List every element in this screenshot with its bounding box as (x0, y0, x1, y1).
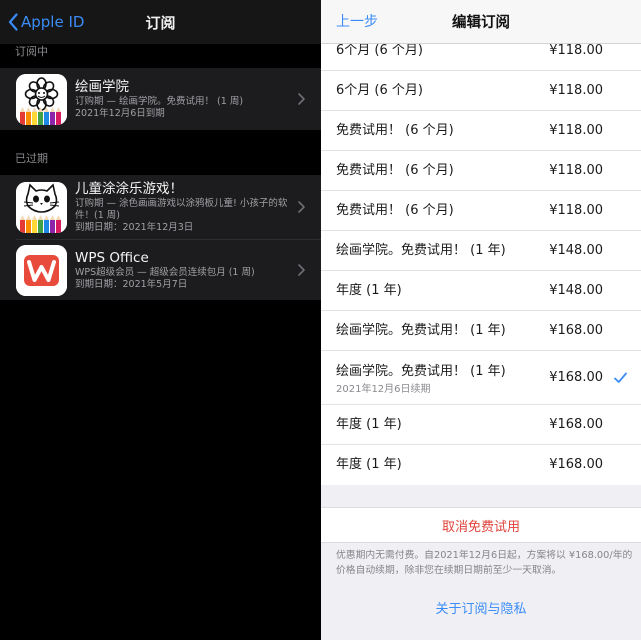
expiry-date: 到期日期：2021年12月3日 (75, 221, 194, 233)
page-title: 编辑订阅 (452, 15, 510, 31)
cancel-trial-label: 取消免费试用 (441, 519, 520, 535)
plan-name: 免费试用！ (6 个月) (336, 123, 454, 138)
plan-name: 年度 (1 年) (336, 283, 402, 298)
nav-bar: 上一步 编辑订阅 (321, 0, 641, 44)
renewal-note: 优惠期内无需付费。自2021年12月6日起，方案将以 ¥168.00/年的价格自… (336, 550, 633, 576)
cat-drawing-icon (16, 181, 67, 233)
plan-name: 免费试用！ (6 个月) (336, 203, 454, 218)
subscription-row[interactable]: WPS Office WPS超级会员 — 超级会员连续包月 (1 周) 到期日期… (0, 240, 321, 300)
subscription-row[interactable]: 绘画学院 订购期 — 绘画学院。免费试用！ (1 周) 2021年12月6日到期 (0, 68, 321, 130)
chevron-right-icon (298, 201, 305, 213)
plan-list: 6个月 (6 个月) ¥118.00 6个月 (6 个月) ¥118.00 免费… (321, 31, 641, 485)
nav-bar: Apple ID 订阅 (0, 0, 321, 44)
plan-price: ¥118.00 (549, 83, 603, 98)
plan-price: ¥118.00 (549, 123, 603, 138)
page-title: 订阅 (145, 13, 176, 32)
renewal-date: 2021年12月6日续期 (336, 384, 431, 395)
plan-name: 绘画学院。免费试用！ (1 年) (336, 323, 506, 338)
chevron-left-icon (8, 13, 18, 31)
back-button[interactable]: 上一步 (336, 0, 378, 44)
plan-row[interactable]: 免费试用！ (6 个月) ¥118.00 (321, 111, 641, 151)
subscription-info: WPS Office WPS超级会员 — 超级会员连续包月 (1 周) 到期日期… (75, 250, 321, 291)
app-name: 绘画学院 (75, 78, 129, 95)
plan-row[interactable]: 免费试用！ (6 个月) ¥118.00 (321, 191, 641, 231)
plan-description: 订购期 — 涂色画画游戏以涂鸦板儿童! 小孩子的软件！(1 周) (75, 197, 288, 221)
plan-row[interactable]: 绘画学院。免费试用！ (1 年) ¥148.00 (321, 231, 641, 271)
app-name: WPS Office (75, 249, 149, 266)
subscriptions-panel: Apple ID 订阅 订阅中 绘画学院 订购期 — 绘画学院。免费试用！ (1… (0, 0, 321, 640)
flower-drawing-icon (16, 73, 67, 125)
plan-row[interactable]: 免费试用！ (6 个月) ¥118.00 (321, 151, 641, 191)
app-name: 儿童涂涂乐游戏！ (75, 180, 183, 197)
edit-subscription-panel: 6个月 (6 个月) ¥118.00 6个月 (6 个月) ¥118.00 免费… (321, 0, 641, 640)
expiry-date: 到期日期：2021年5月7日 (75, 278, 188, 290)
plan-row[interactable]: 6个月 (6 个月) ¥118.00 (321, 71, 641, 111)
section-header-expired: 已过期 (15, 152, 48, 165)
plan-row[interactable]: 年度 (1 年) ¥168.00 (321, 445, 641, 485)
plan-name: 6个月 (6 个月) (336, 83, 423, 98)
expiry-date: 2021年12月6日到期 (75, 107, 165, 119)
plan-description: 订购期 — 绘画学院。免费试用！ (1 周) (75, 95, 244, 107)
wps-logo-icon (16, 244, 67, 296)
subscription-info: 绘画学院 订购期 — 绘画学院。免费试用！ (1 周) 2021年12月6日到期 (75, 79, 321, 120)
plan-price: ¥168.00 (549, 323, 603, 338)
plan-price: ¥118.00 (549, 203, 603, 218)
expired-subscriptions-group: 儿童涂涂乐游戏！ 订购期 — 涂色画画游戏以涂鸦板儿童! 小孩子的软件！(1 周… (0, 175, 321, 300)
plan-row-selected[interactable]: 绘画学院。免费试用！ (1 年) 2021年12月6日续期 ¥168.00 (321, 351, 641, 405)
back-label: Apple ID (21, 13, 85, 31)
section-header-active: 订阅中 (15, 45, 48, 58)
plan-row[interactable]: 绘画学院。免费试用！ (1 年) ¥168.00 (321, 311, 641, 351)
plan-price: ¥148.00 (549, 283, 603, 298)
plan-name: 绘画学院。免费试用！ (1 年) (336, 243, 506, 258)
plan-row[interactable]: 年度 (1 年) ¥168.00 (321, 405, 641, 445)
subscription-row[interactable]: 儿童涂涂乐游戏！ 订购期 — 涂色画画游戏以涂鸦板儿童! 小孩子的软件！(1 周… (0, 175, 321, 239)
plan-price: ¥168.00 (549, 417, 603, 432)
active-subscriptions-group: 绘画学院 订购期 — 绘画学院。免费试用！ (1 周) 2021年12月6日到期 (0, 68, 321, 130)
back-button[interactable]: Apple ID (8, 0, 84, 44)
checkmark-icon (614, 372, 627, 383)
cancel-trial-button[interactable]: 取消免费试用 (321, 507, 641, 543)
plan-name: 绘画学院。免费试用！ (1 年) (336, 364, 506, 379)
subscription-info: 儿童涂涂乐游戏！ 订购期 — 涂色画画游戏以涂鸦板儿童! 小孩子的软件！(1 周… (75, 181, 321, 234)
plan-price: ¥168.00 (549, 457, 603, 472)
plan-description: WPS超级会员 — 超级会员连续包月 (1 周) (75, 266, 255, 278)
plan-price: ¥168.00 (549, 370, 603, 385)
chevron-right-icon (298, 93, 305, 105)
plan-name: 年度 (1 年) (336, 417, 402, 432)
plan-price: ¥148.00 (549, 243, 603, 258)
subscription-privacy-link[interactable]: 关于订阅与隐私 (321, 598, 641, 617)
plan-name: 年度 (1 年) (336, 457, 402, 472)
plan-row[interactable]: 年度 (1 年) ¥148.00 (321, 271, 641, 311)
plan-name: 免费试用！ (6 个月) (336, 163, 454, 178)
plan-price: ¥118.00 (549, 163, 603, 178)
chevron-right-icon (298, 264, 305, 276)
